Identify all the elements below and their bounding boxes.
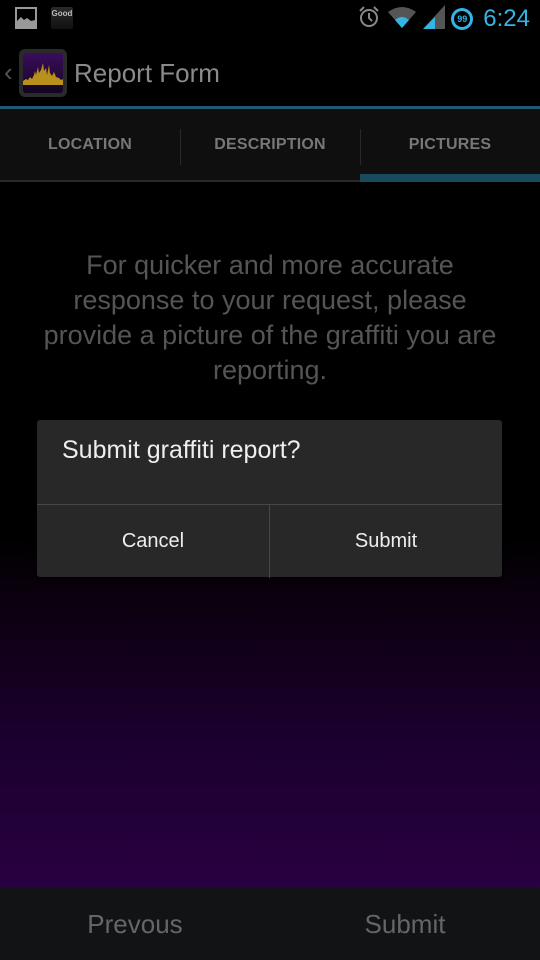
notification-icons: Good xyxy=(15,7,73,29)
gallery-icon xyxy=(15,7,37,29)
up-navigation-button[interactable]: ‹ xyxy=(4,58,13,86)
system-icons: 99 6:24 xyxy=(357,4,530,34)
clock: 6:24 xyxy=(483,5,530,32)
good-app-icon: Good xyxy=(51,7,73,29)
cell-signal-icon xyxy=(423,4,446,34)
page-title: Report Form xyxy=(74,58,220,88)
tab-pictures[interactable]: PICTURES xyxy=(360,109,540,182)
confirm-dialog: Submit graffiti report? Cancel Submit xyxy=(37,420,502,578)
alarm-icon xyxy=(357,5,381,34)
app-icon[interactable] xyxy=(19,49,67,97)
wifi-icon xyxy=(387,5,417,34)
tab-location[interactable]: LOCATION xyxy=(0,109,180,180)
submit-button[interactable]: Submit xyxy=(269,505,502,578)
tab-description[interactable]: DESCRIPTION xyxy=(180,109,360,180)
dialog-button-row: Cancel Submit xyxy=(37,504,502,578)
bottom-nav-bar: Prevous Submit xyxy=(0,888,540,960)
status-bar: Good 99 6:24 xyxy=(0,0,540,38)
cancel-button[interactable]: Cancel xyxy=(37,505,269,578)
picture-hint-text: For quicker and more accurate response t… xyxy=(43,250,497,385)
action-bar: ‹ Report Form xyxy=(0,38,540,109)
bottom-submit-button[interactable]: Submit xyxy=(270,888,540,960)
dialog-title: Submit graffiti report? xyxy=(62,436,301,464)
battery-icon: 99 xyxy=(451,8,474,30)
tab-bar: LOCATION DESCRIPTION PICTURES xyxy=(0,109,540,182)
previous-button[interactable]: Prevous xyxy=(0,888,270,960)
skyline-icon xyxy=(23,53,63,93)
battery-level: 99 xyxy=(454,11,471,27)
